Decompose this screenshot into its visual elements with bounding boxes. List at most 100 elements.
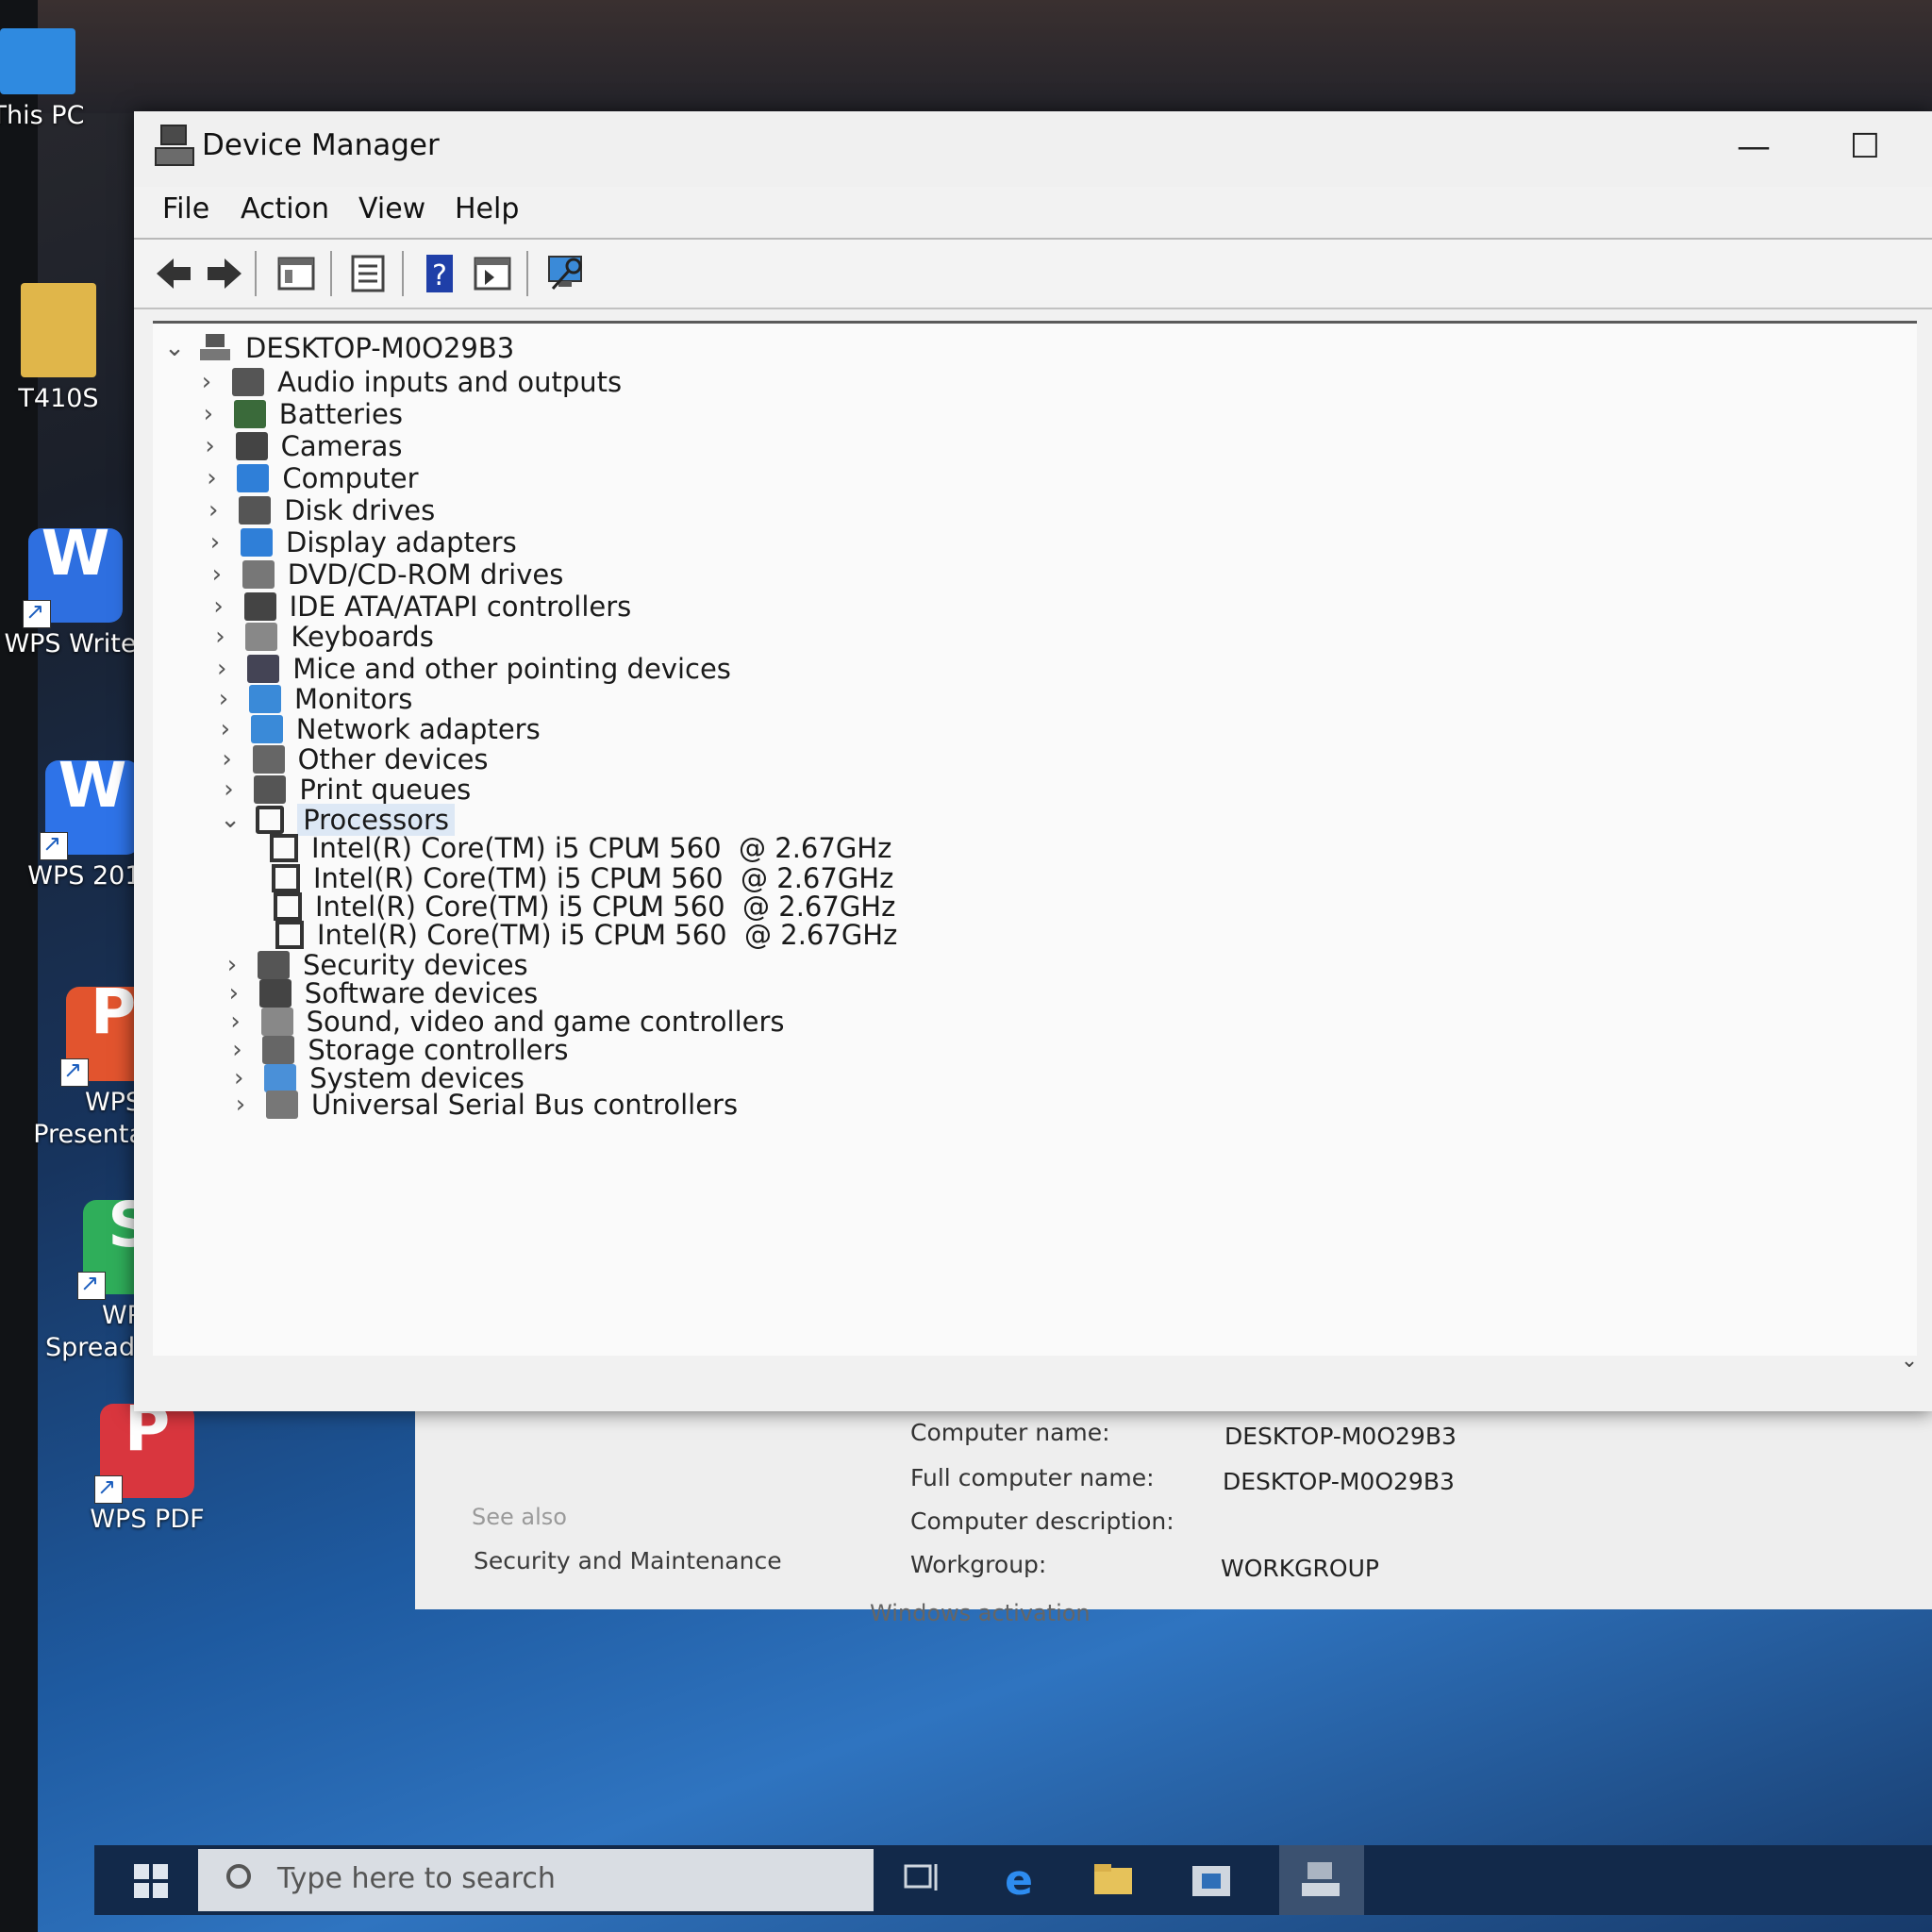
device-manager-taskbar-icon [1302,1862,1340,1896]
minimize-button[interactable]: — [1711,119,1796,175]
chevron-right-icon[interactable]: › [208,623,232,651]
windows-activation-label: Windows activation [870,1600,1091,1626]
chevron-right-icon[interactable]: › [199,464,224,492]
desktop-icon-label: T410S [18,384,99,413]
chevron-right-icon[interactable]: › [201,496,225,525]
tree-category-label: Universal Serial Bus controllers [311,1089,739,1121]
taskbar: Type here to search e [94,1845,1932,1915]
edge-browser-icon[interactable]: e [996,1858,1041,1900]
chevron-right-icon[interactable]: › [215,745,240,774]
chevron-right-icon[interactable]: › [209,655,234,683]
this-pc-icon [0,28,75,94]
tree-category-label: Audio inputs and outputs [277,366,623,398]
scan-hardware-icon[interactable] [545,253,587,294]
device-category-icon [239,496,272,525]
taskbar-search-box[interactable]: Type here to search [198,1849,874,1911]
properties-icon[interactable] [347,253,389,294]
tree-category-label: Disk drives [284,494,436,526]
wps-2019-icon: W [40,755,140,860]
chevron-right-icon[interactable]: › [203,528,227,557]
chevron-down-icon[interactable]: ⌄ [162,334,187,362]
scroll-down-arrow[interactable]: ⌄ [1898,1349,1921,1383]
processor-model: M 560 @ 2.67GHz [642,919,898,951]
device-category-icon [245,623,278,651]
show-hide-tree-icon[interactable] [275,253,317,294]
svg-text:?: ? [432,259,447,292]
tree-category-label: Cameras [280,430,403,462]
chevron-down-icon[interactable]: ⌄ [218,806,242,834]
title-bar[interactable]: Device Manager — ☐ [134,111,1932,187]
workgroup-value: WORKGROUP [1221,1555,1379,1582]
device-category-icon [249,685,281,713]
desktop-icon-t410s[interactable]: T410S [0,283,143,415]
see-also-label: See also [472,1504,567,1530]
device-category-icon [250,715,283,743]
processor-icon [275,921,304,949]
svg-text:e: e [1005,1858,1033,1900]
tree-root[interactable]: ⌄ DESKTOP-M0O29B3 [162,329,514,367]
chevron-right-icon[interactable]: › [207,592,231,621]
menu-view[interactable]: View [358,192,425,225]
taskbar-active-app[interactable] [1279,1845,1364,1915]
search-icon [226,1864,251,1889]
chevron-right-icon[interactable]: › [213,715,238,743]
menu-help[interactable]: Help [455,192,519,225]
tree-category-label: Computer [282,462,419,494]
tree-category-label: Keyboards [291,621,434,653]
chevron-right-icon[interactable]: › [228,1091,253,1119]
security-maintenance-link[interactable]: Security and Maintenance [474,1547,782,1574]
action-view-icon[interactable] [472,253,513,294]
device-category-icon [254,775,287,804]
computer-root-icon [200,334,232,362]
chevron-right-icon[interactable]: › [198,432,223,460]
device-category-icon [266,1091,298,1119]
folder-icon [21,283,96,377]
device-category-icon [235,432,268,460]
menu-file[interactable]: File [162,192,209,225]
desktop-icon-this-pc[interactable]: This PC [0,28,123,132]
help-icon[interactable]: ? [419,253,460,294]
desktop-icon-label: WPS PDF [90,1505,205,1534]
toolbar: ? [134,238,1932,309]
file-explorer-icon[interactable] [1091,1858,1136,1900]
chevron-right-icon[interactable]: › [194,368,219,396]
tree-category-label: Batteries [278,398,403,430]
device-category-icon [243,592,276,621]
tree-root-label: DESKTOP-M0O29B3 [245,332,515,364]
device-category-icon [242,560,275,589]
chevron-right-icon[interactable]: › [216,775,241,804]
toolbar-separator [330,251,332,296]
device-category-icon [247,655,280,683]
desktop-icon-wps-pdf[interactable]: P WPS PDF [62,1398,232,1536]
desktop-icon-label: This PC [0,101,85,130]
menu-action[interactable]: Action [241,192,329,225]
maximize-button[interactable]: ☐ [1823,119,1907,175]
wps-pdf-icon: P [94,1398,194,1504]
device-category-icon [241,528,273,557]
task-view-icon[interactable] [902,1858,947,1900]
device-category-icon [252,745,285,774]
chevron-right-icon[interactable]: › [196,400,221,428]
full-computer-name-value: DESKTOP-M0O29B3 [1223,1468,1455,1495]
wps-writer-icon: W [23,523,123,628]
menu-bar: File Action View Help [134,187,1932,238]
window-title: Device Manager [202,128,440,162]
tree-category-label: Display adapters [286,526,517,558]
full-computer-name-label: Full computer name: [910,1464,1155,1491]
tree-category[interactable]: › Universal Serial Bus controllers [228,1086,738,1124]
desktop-icon-label: WPS Writer [4,629,147,658]
device-manager-window: Device Manager — ☐ File Action View Help… [134,111,1932,1411]
device-tree: ⌄ DESKTOP-M0O29B3 › Audio inputs and outp… [153,321,1917,1356]
processor-icon [270,834,298,862]
store-icon[interactable] [1189,1858,1234,1900]
windows-start-icon[interactable] [132,1862,170,1900]
chevron-right-icon[interactable]: › [211,685,236,713]
toolbar-separator [402,251,404,296]
tree-category-label: DVD/CD-ROM drives [287,558,564,591]
forward-arrow-icon[interactable] [204,253,245,294]
chevron-right-icon[interactable]: › [205,560,229,589]
device-category-icon [233,400,266,428]
device-category-icon [237,464,270,492]
system-properties-panel: See also Security and Maintenance Comput… [415,1411,1932,1626]
back-arrow-icon[interactable] [153,253,194,294]
